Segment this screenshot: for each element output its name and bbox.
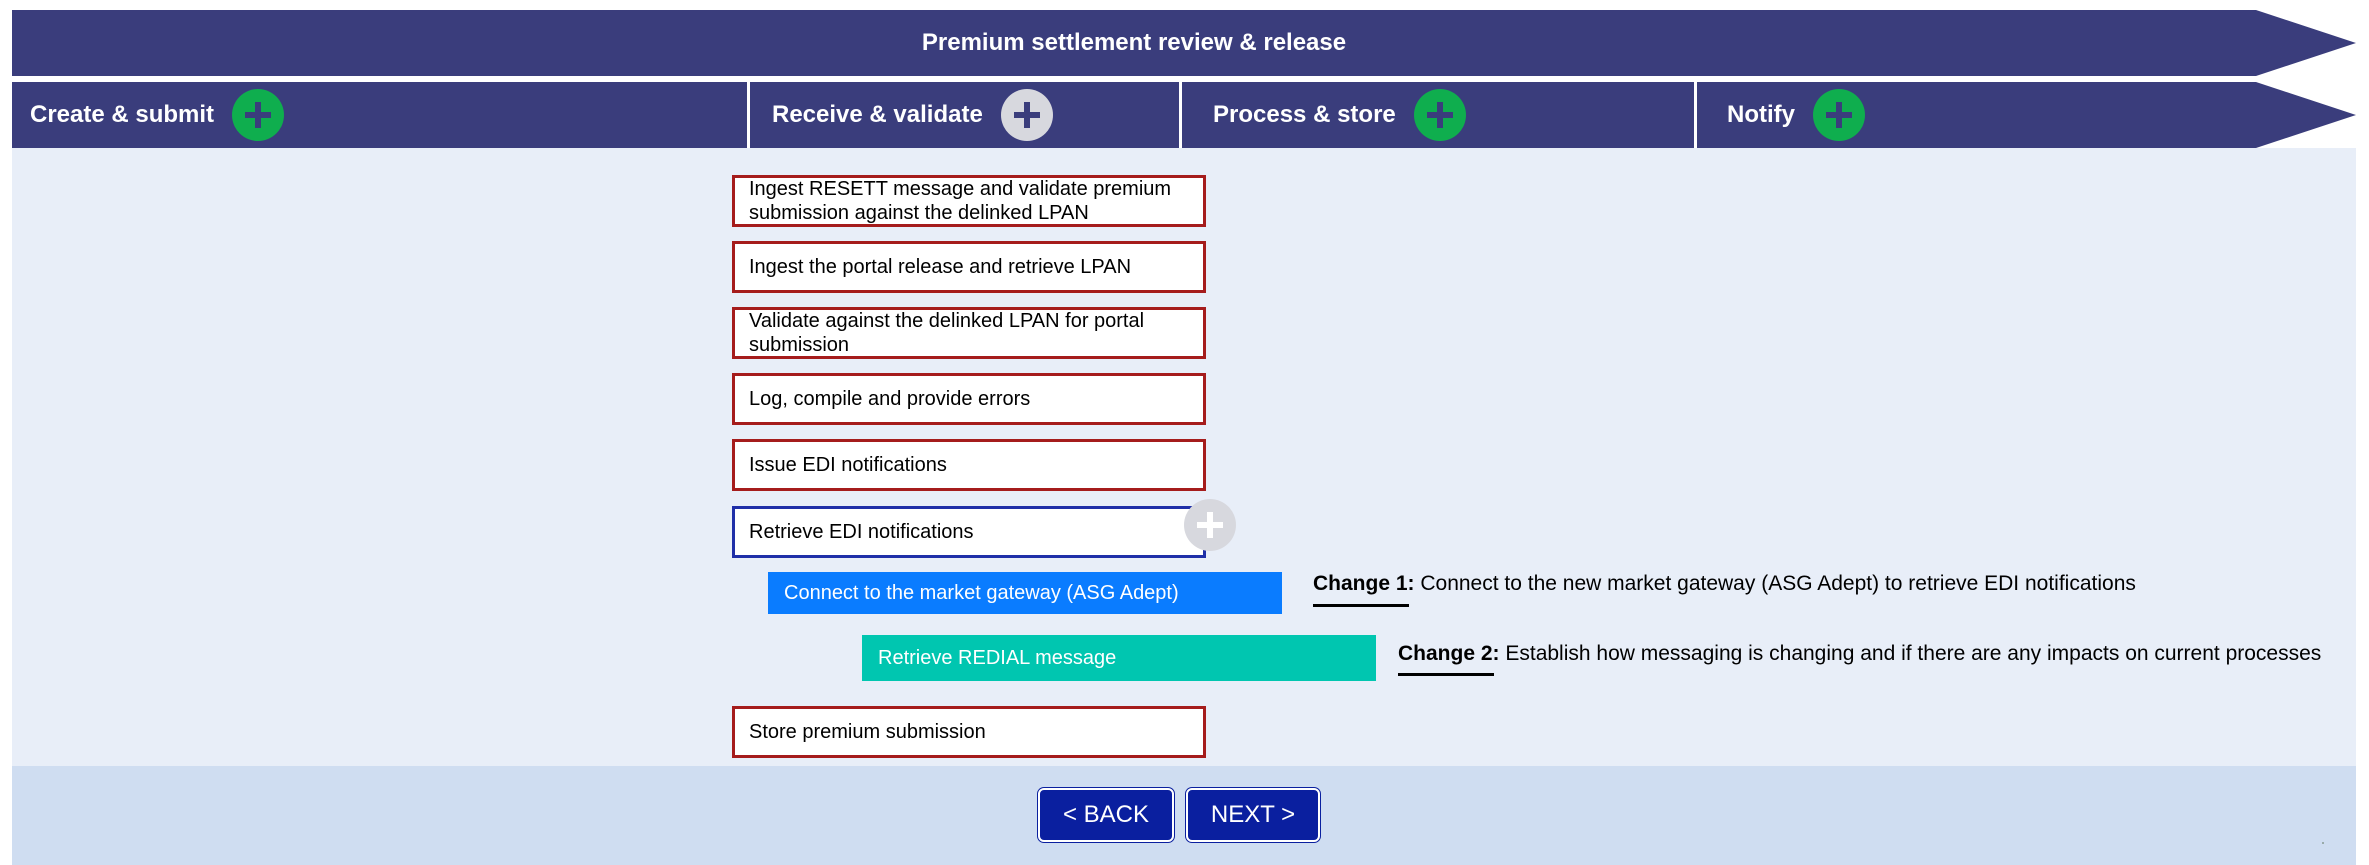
notify-plus-icon[interactable] (1813, 89, 1865, 141)
title-banner: Premium settlement review & release (12, 10, 2356, 76)
phase-create-submit: Create & submit (30, 82, 285, 148)
back-button[interactable]: < BACK (1038, 788, 1174, 842)
step-ingest-resett[interactable]: Ingest RESETT message and validate premi… (732, 175, 1206, 227)
phase-label: Notify (1727, 101, 1795, 128)
step-log-errors[interactable]: Log, compile and provide errors (732, 373, 1206, 425)
process-content: Ingest RESETT message and validate premi… (12, 148, 2356, 766)
receive-validate-plus-icon[interactable] (1000, 89, 1053, 141)
substep-retrieve-redial[interactable]: Retrieve REDIAL message (862, 635, 1376, 681)
footer-dot (2322, 842, 2324, 844)
page-title: Premium settlement review & release (921, 29, 1347, 56)
create-submit-plus-icon[interactable] (232, 89, 285, 141)
retrieve-edi-plus-icon[interactable] (1184, 499, 1236, 551)
phase-row: Create & submit Receive & validate Proce… (12, 82, 2356, 148)
substep-connect-gateway[interactable]: Connect to the market gateway (ASG Adept… (768, 572, 1282, 614)
step-retrieve-edi[interactable]: Retrieve EDI notifications (732, 506, 1206, 558)
phase-label: Create & submit (30, 101, 215, 128)
change-1-note: Change 1: Connect to the new market gate… (1313, 572, 2136, 607)
phase-divider (1694, 82, 1697, 148)
process-store-plus-icon[interactable] (1413, 89, 1466, 141)
change-underline (1398, 673, 1494, 676)
change-text: Establish how messaging is changing and … (1499, 642, 2322, 665)
phase-label: Process & store (1213, 101, 1396, 128)
phase-notify: Notify (1727, 82, 1865, 148)
phase-divider (1179, 82, 1182, 148)
next-button[interactable]: NEXT > (1186, 788, 1320, 842)
phase-receive-validate: Receive & validate (772, 82, 1053, 148)
step-issue-edi[interactable]: Issue EDI notifications (732, 439, 1206, 491)
step-store-premium[interactable]: Store premium submission (732, 706, 1206, 758)
phase-process-store: Process & store (1213, 82, 1466, 148)
phase-divider (747, 82, 750, 148)
step-validate-portal[interactable]: Validate against the delinked LPAN for p… (732, 307, 1206, 359)
footer-nav: < BACK NEXT > (12, 766, 2356, 865)
phase-label: Receive & validate (772, 101, 983, 128)
change-text: Connect to the new market gateway (ASG A… (1414, 572, 2136, 595)
change-underline (1313, 604, 1409, 607)
step-ingest-portal-release[interactable]: Ingest the portal release and retrieve L… (732, 241, 1206, 293)
diagram-canvas: Premium settlement review & release Crea… (12, 10, 2356, 865)
change-label: Change 2: (1398, 642, 1500, 665)
change-label: Change 1: (1313, 572, 1415, 595)
change-2-note: Change 2: Establish how messaging is cha… (1398, 642, 2322, 676)
